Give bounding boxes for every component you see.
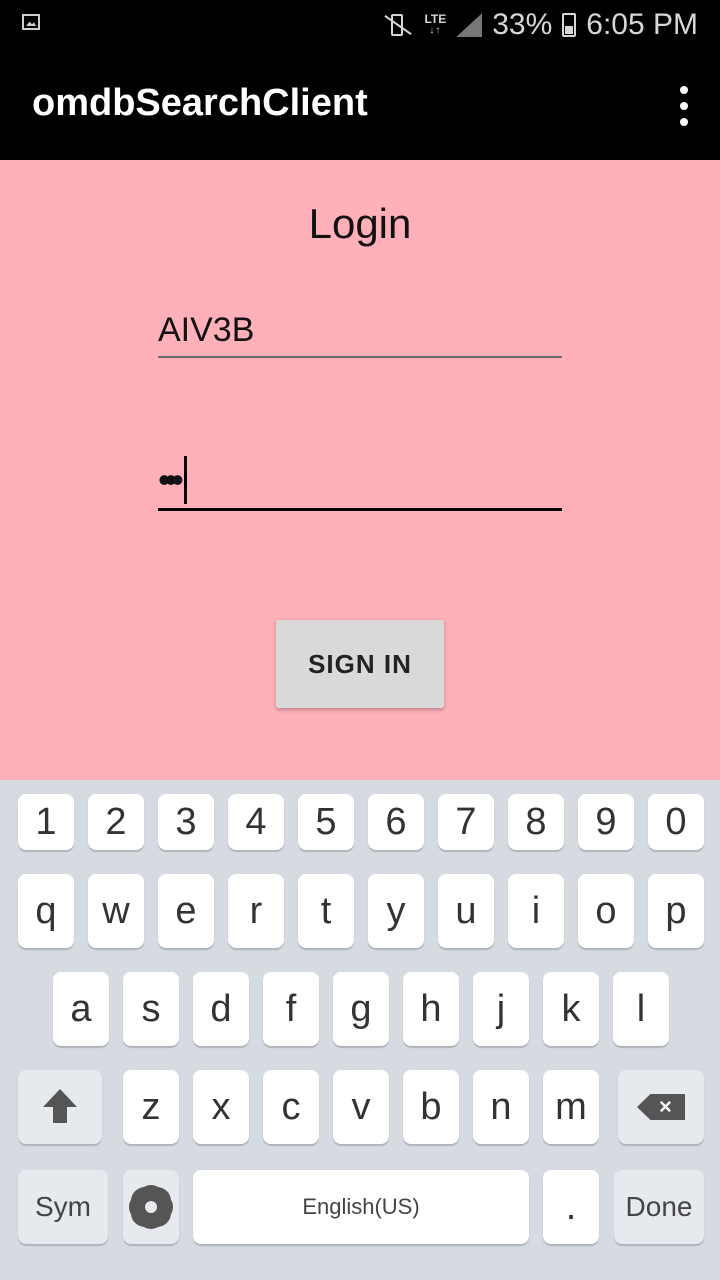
battery-icon xyxy=(562,13,577,37)
key-m[interactable]: m xyxy=(543,1070,599,1144)
username-field[interactable]: AIV3B xyxy=(158,308,562,358)
key-i[interactable]: i xyxy=(508,874,564,948)
clock: 6:05 PM xyxy=(586,8,698,41)
key-0[interactable]: 0 xyxy=(648,794,704,850)
key-4[interactable]: 4 xyxy=(228,794,284,850)
key-v[interactable]: v xyxy=(333,1070,389,1144)
overflow-dot-icon xyxy=(680,86,688,94)
key-a[interactable]: a xyxy=(53,972,109,1046)
key-q[interactable]: q xyxy=(18,874,74,948)
password-value: ••• xyxy=(158,459,184,500)
settings-key[interactable] xyxy=(123,1170,179,1244)
key-b[interactable]: b xyxy=(403,1070,459,1144)
status-bar: LTE ↓↑ 33% 6:05 PM xyxy=(0,0,720,50)
shift-arrow-icon xyxy=(43,1089,77,1125)
period-key[interactable]: . xyxy=(543,1170,599,1244)
key-t[interactable]: t xyxy=(298,874,354,948)
key-x[interactable]: x xyxy=(193,1070,249,1144)
key-r[interactable]: r xyxy=(228,874,284,948)
done-key-label: Done xyxy=(625,1191,693,1222)
status-right: LTE ↓↑ 33% 6:05 PM xyxy=(380,8,698,42)
screen: LTE ↓↑ 33% 6:05 PM omdbSearchClient Logi… xyxy=(0,0,720,1280)
keyboard: 1 2 3 4 5 6 7 8 9 0 q w e r t y u i o p … xyxy=(0,780,720,1280)
shift-key[interactable] xyxy=(18,1070,102,1144)
overflow-dot-icon xyxy=(680,102,688,110)
key-j[interactable]: j xyxy=(473,972,529,1046)
login-title: Login xyxy=(308,200,412,247)
battery-percent: 33% xyxy=(492,8,553,41)
username-value: AIV3B xyxy=(158,311,255,349)
key-k[interactable]: k xyxy=(543,972,599,1046)
backspace-icon: × xyxy=(637,1094,685,1120)
key-y[interactable]: y xyxy=(368,874,424,948)
key-9[interactable]: 9 xyxy=(578,794,634,850)
key-s[interactable]: s xyxy=(123,972,179,1046)
lte-icon: LTE ↓↑ xyxy=(424,12,447,36)
vibrate-icon xyxy=(380,12,414,38)
key-z[interactable]: z xyxy=(123,1070,179,1144)
key-h[interactable]: h xyxy=(403,972,459,1046)
overflow-dot-icon xyxy=(680,118,688,126)
space-key[interactable]: English(US) xyxy=(193,1170,529,1244)
sym-key[interactable]: Sym xyxy=(18,1170,108,1244)
key-3[interactable]: 3 xyxy=(158,794,214,850)
key-o[interactable]: o xyxy=(578,874,634,948)
key-8[interactable]: 8 xyxy=(508,794,564,850)
key-5[interactable]: 5 xyxy=(298,794,354,850)
key-w[interactable]: w xyxy=(88,874,144,948)
backspace-key[interactable]: × xyxy=(618,1070,704,1144)
space-key-label: English(US) xyxy=(302,1194,420,1219)
app-bar: omdbSearchClient xyxy=(0,50,720,160)
gear-icon xyxy=(133,1189,169,1225)
key-f[interactable]: f xyxy=(263,972,319,1046)
key-c[interactable]: c xyxy=(263,1070,319,1144)
password-field[interactable]: ••• xyxy=(158,452,562,511)
key-n[interactable]: n xyxy=(473,1070,529,1144)
image-notification-icon xyxy=(22,14,40,30)
key-2[interactable]: 2 xyxy=(88,794,144,850)
overflow-menu-button[interactable] xyxy=(672,86,696,126)
sign-in-button[interactable]: SIGN IN xyxy=(276,620,444,708)
login-form: Login AIV3B ••• SIGN IN xyxy=(0,160,720,780)
done-key[interactable]: Done xyxy=(614,1170,704,1244)
key-1[interactable]: 1 xyxy=(18,794,74,850)
key-g[interactable]: g xyxy=(333,972,389,1046)
key-6[interactable]: 6 xyxy=(368,794,424,850)
lte-label: LTE xyxy=(424,12,447,26)
key-d[interactable]: d xyxy=(193,972,249,1046)
key-p[interactable]: p xyxy=(648,874,704,948)
sym-key-label: Sym xyxy=(35,1191,91,1222)
key-u[interactable]: u xyxy=(438,874,494,948)
text-cursor xyxy=(183,456,187,504)
key-l[interactable]: l xyxy=(613,972,669,1046)
app-title: omdbSearchClient xyxy=(32,82,368,124)
signal-icon xyxy=(456,13,483,37)
key-e[interactable]: e xyxy=(158,874,214,948)
key-7[interactable]: 7 xyxy=(438,794,494,850)
status-left xyxy=(22,14,40,30)
